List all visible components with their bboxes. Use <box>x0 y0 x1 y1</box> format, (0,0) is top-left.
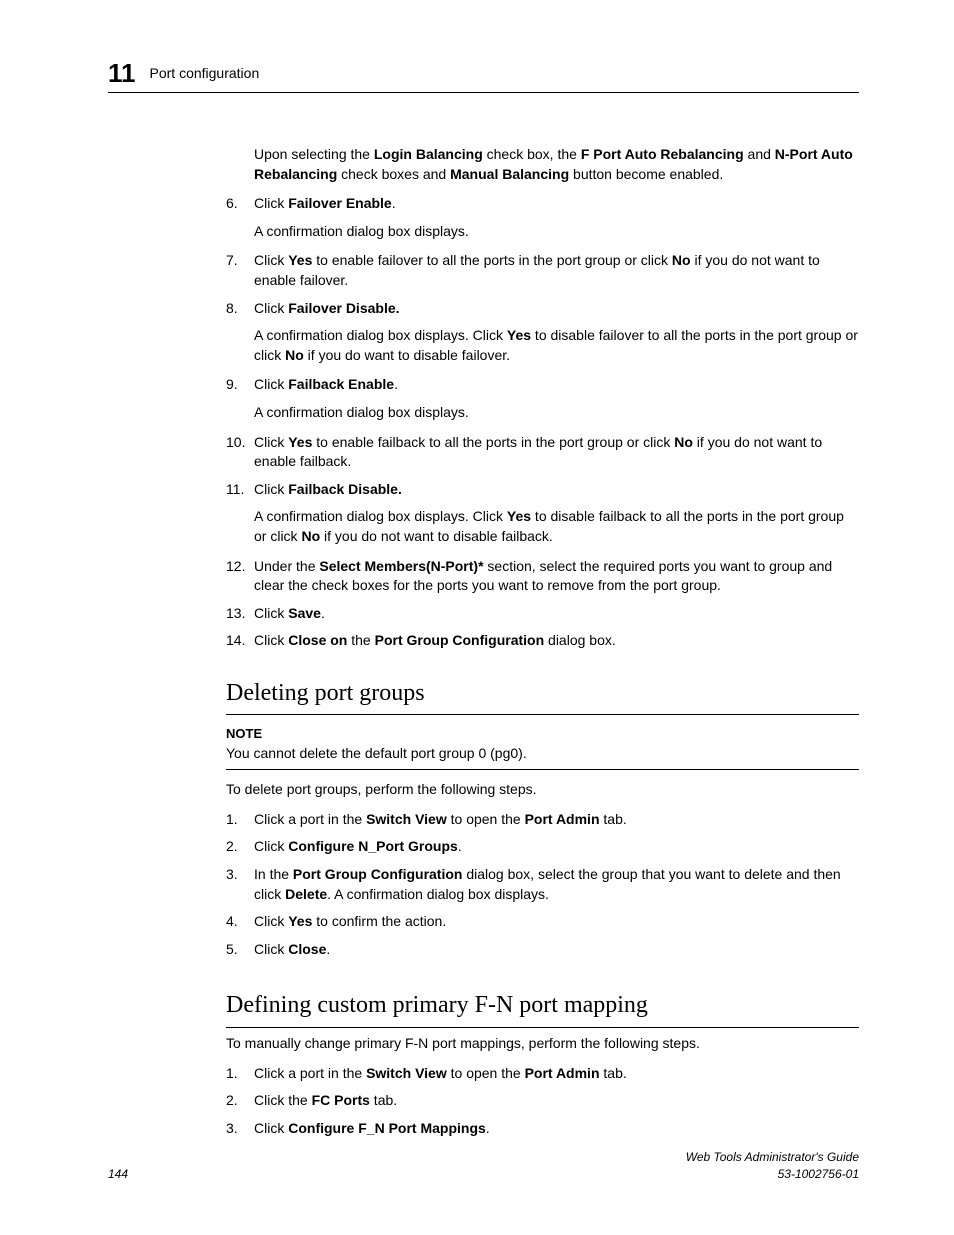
steps-list-b: 1.Click a port in the Switch View to ope… <box>226 810 859 960</box>
step: 4.Click Yes to confirm the action. <box>226 912 859 932</box>
step: 13.Click Save. <box>226 604 859 624</box>
step-number: 7. <box>226 251 254 290</box>
steps-list-a: 6.Click Failover Enable. A confirmation d… <box>226 194 859 651</box>
step-number: 2. <box>226 837 254 857</box>
step-followup: A confirmation dialog box displays. <box>254 222 859 242</box>
step-number: 1. <box>226 1064 254 1084</box>
step-number: 8. <box>226 299 254 319</box>
step-body: Under the Select Members(N-Port)* sectio… <box>254 557 859 596</box>
step: 12.Under the Select Members(N-Port)* sec… <box>226 557 859 596</box>
step-followup: A confirmation dialog box displays. Clic… <box>254 326 859 365</box>
section-heading-defining: Defining custom primary F-N port mapping <box>226 989 859 1028</box>
step-body: Click Failover Enable. <box>254 194 859 214</box>
step: 11.Click Failback Disable. <box>226 480 859 500</box>
step-followup: A confirmation dialog box displays. Clic… <box>254 507 859 546</box>
step-number: 13. <box>226 604 254 624</box>
note-label: NOTE <box>226 725 859 743</box>
step: 9.Click Failback Enable. <box>226 375 859 395</box>
step-body: Click Failback Enable. <box>254 375 859 395</box>
step-body: Click the FC Ports tab. <box>254 1091 859 1111</box>
step: 2.Click the FC Ports tab. <box>226 1091 859 1111</box>
step-followup: A confirmation dialog box displays. <box>254 403 859 423</box>
step-body: Click Configure N_Port Groups. <box>254 837 859 857</box>
step-number: 6. <box>226 194 254 214</box>
step-number: 10. <box>226 433 254 472</box>
chapter-title: Port configuration <box>150 64 260 86</box>
step: 1.Click a port in the Switch View to ope… <box>226 810 859 830</box>
step-number: 14. <box>226 631 254 651</box>
step-body: Click Yes to confirm the action. <box>254 912 859 932</box>
step-number: 11. <box>226 480 254 500</box>
step-number: 9. <box>226 375 254 395</box>
step-body: Click Close on the Port Group Configurat… <box>254 631 859 651</box>
step: 1.Click a port in the Switch View to ope… <box>226 1064 859 1084</box>
page-header: 11 Port configuration <box>108 60 859 93</box>
section-c-lead: To manually change primary F-N port mapp… <box>226 1034 859 1054</box>
section-heading-deleting: Deleting port groups <box>226 677 859 716</box>
step-number: 3. <box>226 1119 254 1139</box>
step-body: Click a port in the Switch View to open … <box>254 1064 859 1084</box>
step-body: Click Failback Disable. <box>254 480 859 500</box>
section-b-lead: To delete port groups, perform the follo… <box>226 780 859 800</box>
step: 3.In the Port Group Configuration dialog… <box>226 865 859 904</box>
footer-docnum: 53-1002756-01 <box>778 1167 859 1181</box>
step-number: 3. <box>226 865 254 904</box>
step-body: Click Save. <box>254 604 859 624</box>
footer-right: Web Tools Administrator's Guide 53-10027… <box>686 1149 859 1183</box>
step-number: 5. <box>226 940 254 960</box>
step: 7.Click Yes to enable failover to all th… <box>226 251 859 290</box>
step-body: Click Configure F_N Port Mappings. <box>254 1119 859 1139</box>
page-number: 144 <box>108 1166 128 1183</box>
step-number: 4. <box>226 912 254 932</box>
step-number: 2. <box>226 1091 254 1111</box>
step-body: In the Port Group Configuration dialog b… <box>254 865 859 904</box>
footer-title: Web Tools Administrator's Guide <box>686 1150 859 1164</box>
step-body: Click Close. <box>254 940 859 960</box>
step-body: Click Failover Disable. <box>254 299 859 319</box>
note-body: You cannot delete the default port group… <box>226 744 859 771</box>
step: 2.Click Configure N_Port Groups. <box>226 837 859 857</box>
step: 3.Click Configure F_N Port Mappings. <box>226 1119 859 1139</box>
step-number: 12. <box>226 557 254 596</box>
intro-paragraph: Upon selecting the Login Balancing check… <box>254 145 859 184</box>
step: 5.Click Close. <box>226 940 859 960</box>
step: 14.Click Close on the Port Group Configu… <box>226 631 859 651</box>
steps-list-c: 1.Click a port in the Switch View to ope… <box>226 1064 859 1139</box>
step: 6.Click Failover Enable. <box>226 194 859 214</box>
step: 8.Click Failover Disable. <box>226 299 859 319</box>
step-body: Click a port in the Switch View to open … <box>254 810 859 830</box>
step-body: Click Yes to enable failover to all the … <box>254 251 859 290</box>
step-number: 1. <box>226 810 254 830</box>
page-footer: 144 Web Tools Administrator's Guide 53-1… <box>108 1149 859 1183</box>
chapter-number: 11 <box>108 60 136 86</box>
content: Upon selecting the Login Balancing check… <box>226 145 859 1138</box>
step: 10.Click Yes to enable failback to all t… <box>226 433 859 472</box>
step-body: Click Yes to enable failback to all the … <box>254 433 859 472</box>
page: 11 Port configuration Upon selecting the… <box>0 0 954 1235</box>
